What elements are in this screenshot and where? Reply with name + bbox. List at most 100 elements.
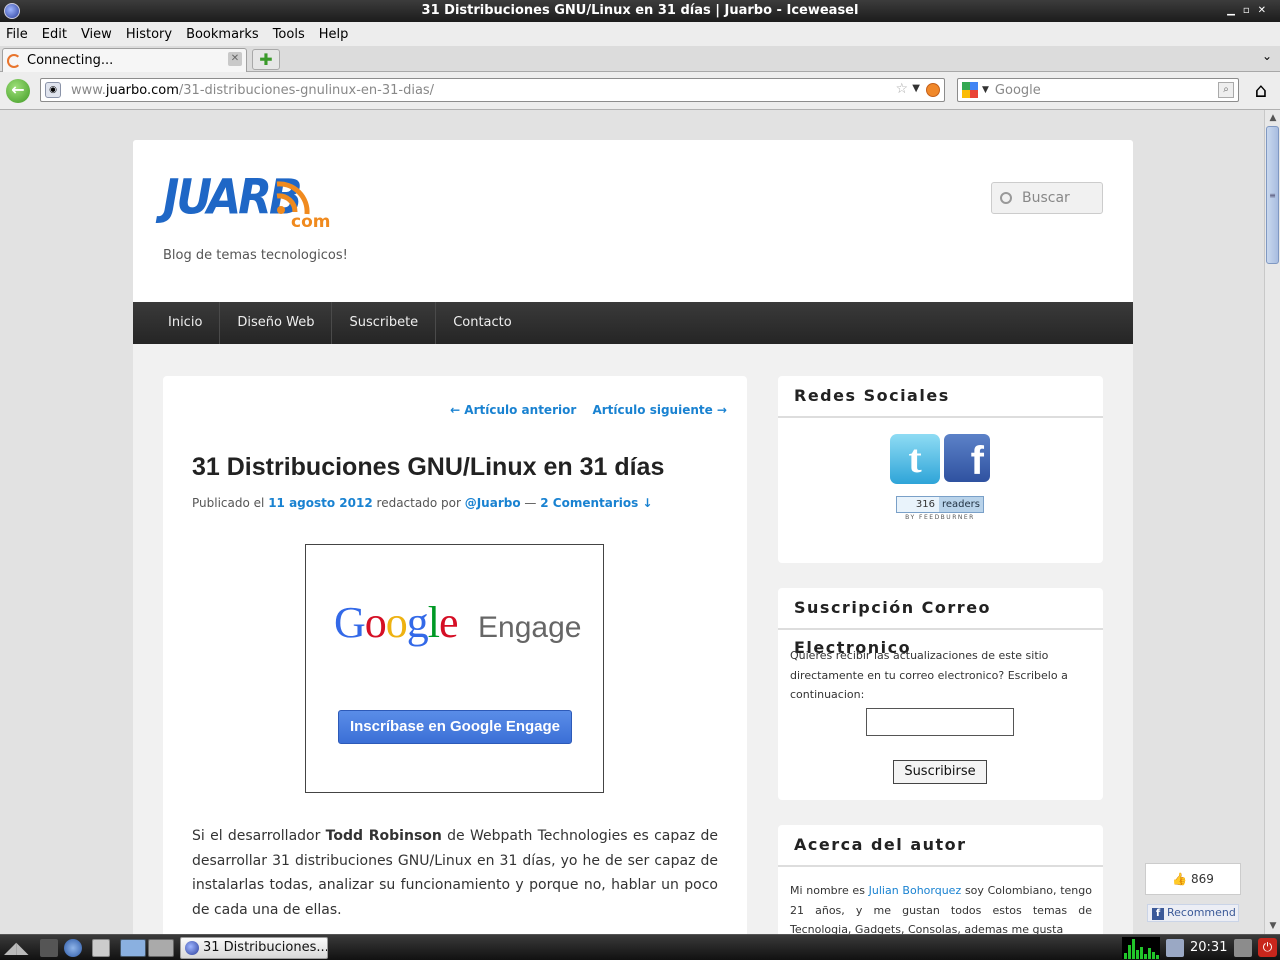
- previous-post-link[interactable]: ← Artículo anterior: [450, 403, 576, 417]
- facebook-small-icon: f: [1152, 908, 1164, 920]
- google-engage-banner[interactable]: Google Engage Inscríbase en Google Engag…: [305, 544, 604, 793]
- browser-launcher-icon[interactable]: [64, 939, 82, 957]
- post-author-link[interactable]: @Juarbo: [465, 496, 521, 510]
- scroll-down-icon[interactable]: ▼: [1265, 918, 1280, 934]
- twitter-icon[interactable]: t: [890, 434, 940, 484]
- thumbs-up-icon: 👍: [1172, 872, 1188, 886]
- home-button[interactable]: ⌂: [1249, 78, 1273, 102]
- widget-author-title: Acerca del autor: [778, 825, 1103, 867]
- nav-item-suscribete[interactable]: Suscribete: [332, 302, 437, 344]
- body-person-name: Todd Robinson: [325, 828, 442, 844]
- facebook-icon[interactable]: f: [944, 434, 990, 483]
- desktop-1-icon[interactable]: [120, 939, 146, 957]
- engage-signup-button[interactable]: Inscríbase en Google Engage: [338, 710, 572, 744]
- engine-dropdown-icon[interactable]: ▼: [982, 85, 989, 95]
- post-comments-link[interactable]: 2 Comentarios ↓: [540, 496, 652, 510]
- taskbar-window-browser[interactable]: 31 Distribuciones...: [180, 937, 328, 959]
- like-count: 869: [1190, 872, 1214, 886]
- tab-label: Connecting...: [27, 53, 114, 68]
- web-search-bar[interactable]: ▼ Google ⌕: [957, 78, 1239, 102]
- post-date-link[interactable]: 11 agosto 2012: [268, 496, 373, 510]
- feed-count-bar: 316 readers: [896, 496, 984, 513]
- post-article: ← Artículo anterior Artículo siguiente →…: [163, 376, 747, 934]
- meta-by-label: redactado por: [376, 496, 461, 510]
- scrollbar-thumb[interactable]: ≡: [1266, 126, 1279, 264]
- back-button[interactable]: ←: [6, 79, 30, 103]
- blog-header: JUARB com Blog de temas tecnologicos! Bu…: [133, 140, 1133, 302]
- recommend-label: Recommend: [1167, 906, 1236, 919]
- author-description: Mi nombre es Julian Bohorquez soy Colomb…: [790, 881, 1092, 934]
- author-pre: Mi nombre es: [790, 884, 865, 897]
- site-logo[interactable]: JUARB com: [163, 171, 343, 236]
- menu-edit[interactable]: Edit: [42, 27, 67, 42]
- new-tab-button[interactable]: ✚: [252, 49, 280, 70]
- nav-item-inicio[interactable]: Inicio: [151, 302, 221, 344]
- blog-search-input[interactable]: Buscar: [991, 182, 1103, 214]
- tab-list-button[interactable]: ⌄: [1262, 49, 1272, 63]
- body-intro: Si el desarrollador: [192, 828, 321, 844]
- feed-by-label: BY FEEDBURNER: [905, 514, 975, 521]
- widget-email-title: Suscripción Correo Electronico: [778, 588, 1103, 657]
- desktop-2-icon[interactable]: [148, 939, 174, 957]
- url-domain: juarbo.com: [105, 82, 179, 98]
- cpu-monitor: [1122, 937, 1160, 959]
- widget-social: Redes Sociales t f 316 readers BY FEEDBU…: [778, 376, 1103, 563]
- rss-feed-icon[interactable]: [926, 83, 940, 97]
- url-bar[interactable]: ◉ www. juarbo.com/31-distribuciones-gnuli…: [40, 78, 945, 102]
- feed-count: 316: [897, 497, 939, 512]
- scroll-up-icon[interactable]: ▲: [1265, 110, 1280, 126]
- page-viewport[interactable]: JUARB com Blog de temas tecnologicos! Bu…: [0, 110, 1264, 934]
- network-icon[interactable]: [1166, 939, 1184, 957]
- search-icon: [1000, 192, 1012, 204]
- email-field[interactable]: [866, 708, 1014, 736]
- meta-published-label: Publicado el: [192, 496, 265, 510]
- nav-item-diseno-web[interactable]: Diseño Web: [220, 302, 333, 344]
- search-icon[interactable]: ⌕: [1218, 82, 1234, 98]
- vertical-scrollbar[interactable]: ▲ ≡ ▼: [1264, 110, 1280, 934]
- tab-current[interactable]: Connecting... ✕: [2, 48, 247, 72]
- nav-item-contacto[interactable]: Contacto: [436, 302, 529, 344]
- email-description: Quieres recibir las actualizaciones de e…: [790, 649, 1068, 701]
- logout-icon[interactable]: [1234, 939, 1252, 957]
- search-placeholder: Google: [994, 82, 1041, 98]
- window-controls[interactable]: ▁▫✕: [1227, 0, 1274, 22]
- menu-view[interactable]: View: [81, 27, 112, 42]
- blog-search-placeholder: Buscar: [1022, 190, 1070, 206]
- history-dropdown-icon[interactable]: ▼: [912, 83, 920, 94]
- terminal-icon[interactable]: [40, 939, 58, 957]
- url-path: /31-distribuciones-gnulinux-en-31-dias/: [178, 82, 435, 98]
- post-body-paragraph: Si el desarrollador Todd Robinson de Web…: [192, 824, 718, 922]
- menu-help[interactable]: Help: [319, 27, 349, 42]
- author-name-link[interactable]: Julian Bohorquez: [869, 884, 962, 897]
- next-post-link[interactable]: Artículo siguiente →: [592, 403, 727, 417]
- google-engine-icon[interactable]: [962, 82, 978, 98]
- google-logo: Google: [334, 598, 459, 647]
- window-switcher-icon[interactable]: [92, 939, 110, 957]
- window-titlebar: 31 Distribuciones GNU/Linux en 31 días |…: [0, 0, 1280, 22]
- feedburner-counter[interactable]: 316 readers BY FEEDBURNER: [896, 496, 984, 521]
- power-icon[interactable]: ⏻: [1258, 938, 1277, 957]
- post-title: 31 Distribuciones GNU/Linux en 31 días: [192, 453, 665, 481]
- main-navigation: Inicio Diseño Web Suscribete Contacto: [133, 302, 1133, 344]
- bookmark-star-icon[interactable]: ☆: [895, 81, 908, 97]
- iceweasel-icon: [185, 941, 199, 955]
- loading-spinner-icon: [7, 53, 21, 68]
- menu-history[interactable]: History: [126, 27, 172, 42]
- subscribe-button[interactable]: Suscribirse: [893, 760, 987, 784]
- menu-file[interactable]: File: [6, 27, 28, 42]
- menu-bookmarks[interactable]: Bookmarks: [186, 27, 259, 42]
- start-menu-icon[interactable]: ◢◣: [4, 938, 32, 958]
- window-title: 31 Distribuciones GNU/Linux en 31 días |…: [421, 3, 859, 18]
- site-tagline: Blog de temas tecnologicos!: [163, 248, 348, 263]
- social-icons: t f: [890, 434, 990, 484]
- home-icon: ⌂: [1254, 78, 1268, 102]
- site-identity-icon[interactable]: ◉: [45, 82, 61, 98]
- widget-email-subscription: Suscripción Correo Electronico Quieres r…: [778, 588, 1103, 800]
- post-navigation: ← Artículo anterior Artículo siguiente →: [438, 403, 727, 417]
- task-label: 31 Distribuciones...: [203, 940, 328, 955]
- tab-close-icon[interactable]: ✕: [228, 52, 242, 66]
- plus-icon: ✚: [259, 50, 273, 69]
- menu-tools[interactable]: Tools: [273, 27, 305, 42]
- engage-label: Engage: [478, 611, 582, 644]
- facebook-recommend-button[interactable]: f Recommend: [1147, 904, 1239, 922]
